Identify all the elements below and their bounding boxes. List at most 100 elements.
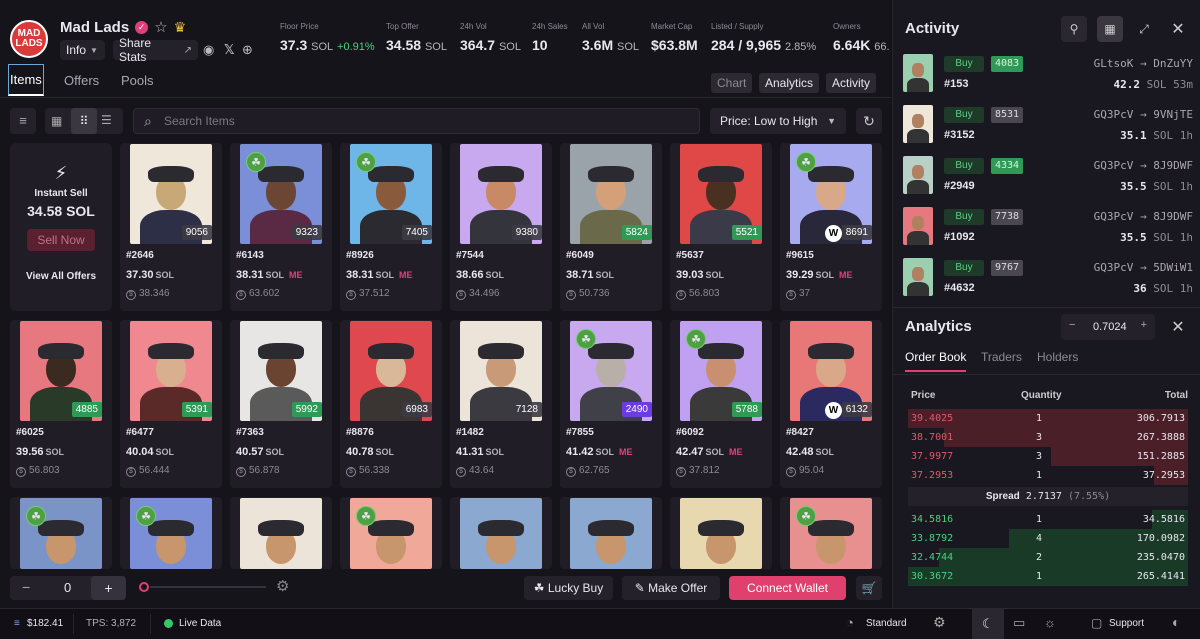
- nft-card[interactable]: ☘: [120, 497, 222, 569]
- nft-card[interactable]: 6983 #8876 40.78 SOL $56.338: [340, 320, 442, 488]
- to-address[interactable]: 9VNjTE: [1153, 108, 1193, 121]
- x-icon[interactable]: 𝕏: [224, 42, 234, 58]
- nft-name: #8876: [346, 427, 374, 438]
- order-book-row[interactable]: 38.7001 3 267.3888: [908, 428, 1188, 447]
- list-view-icon[interactable]: ☰: [101, 113, 112, 127]
- nft-card[interactable]: 5992 #7363 40.57 SOL $56.878: [230, 320, 332, 488]
- minus-icon[interactable]: −: [1069, 319, 1075, 331]
- nft-card[interactable]: 5824 #6049 38.71 SOL $50.736: [560, 143, 662, 311]
- from-address[interactable]: GQ3PcV: [1094, 210, 1134, 223]
- activity-row[interactable]: Buy 9767 GQ3PcV → 5DWiW1 #4632 36 SOL 1h: [903, 258, 1193, 302]
- plus-icon[interactable]: +: [1141, 319, 1147, 331]
- to-address[interactable]: 8J9DWF: [1153, 159, 1193, 172]
- nft-card[interactable]: 7128 #1482 41.31 SOL $43.64: [450, 320, 552, 488]
- sun-icon[interactable]: ☼: [1044, 615, 1056, 630]
- from-address[interactable]: GQ3PcV: [1094, 261, 1134, 274]
- discord-icon[interactable]: ◉: [203, 42, 214, 58]
- tab-activity[interactable]: Activity: [826, 73, 877, 93]
- tab-holders[interactable]: Holders: [1037, 350, 1078, 364]
- nft-card[interactable]: [560, 497, 662, 569]
- nft-card[interactable]: [670, 497, 772, 569]
- expand-icon[interactable]: ⤢: [1131, 16, 1157, 42]
- nft-card[interactable]: 6132 W #8427 42.48 SOL $95.04: [780, 320, 882, 488]
- slider-track[interactable]: [150, 586, 266, 588]
- nft-card[interactable]: ☘ 9323 #6143 38.31 SOL ME $63.602: [230, 143, 332, 311]
- order-book-row[interactable]: 33.8792 4 170.0982: [908, 529, 1188, 548]
- order-book-row[interactable]: 32.4744 2 235.0470: [908, 548, 1188, 567]
- star-icon[interactable]: ☆: [154, 18, 167, 36]
- tab-chart[interactable]: Chart: [711, 73, 753, 93]
- nft-card[interactable]: 9056 #2646 37.30 SOL $38.346: [120, 143, 222, 311]
- tab-items[interactable]: Items: [8, 64, 44, 96]
- settings-gear-icon[interactable]: ⚙: [276, 577, 289, 595]
- nft-card[interactable]: ☘: [10, 497, 112, 569]
- view-all-offers-link[interactable]: View All Offers: [10, 271, 112, 282]
- make-offer-button[interactable]: ✎ Make Offer: [622, 576, 720, 600]
- nft-card[interactable]: ☘ 8691 W #9615 39.29 SOL ME $37: [780, 143, 882, 311]
- minus-icon[interactable]: −: [22, 579, 30, 595]
- monitor-icon[interactable]: ▭: [1013, 615, 1025, 631]
- activity-row[interactable]: Buy 4083 GLtsoK → DnZuYY #153 42.2 SOL 53m: [903, 54, 1193, 98]
- nft-card[interactable]: 4885 #6025 39.56 SOL $56.803: [10, 320, 112, 488]
- settings-gear-icon[interactable]: ⚙: [933, 614, 946, 631]
- nft-card[interactable]: ☘ 2490 #7855 41.42 SOL ME $62.765: [560, 320, 662, 488]
- order-book-row[interactable]: 37.9977 3 151.2885: [908, 447, 1188, 466]
- filter-icon[interactable]: ≡: [10, 108, 36, 134]
- lucky-buy-button[interactable]: ☘ Lucky Buy: [524, 576, 613, 600]
- tab-analytics[interactable]: Analytics: [759, 73, 820, 93]
- to-address[interactable]: 8J9DWF: [1153, 210, 1193, 223]
- from-address[interactable]: GLtsoK: [1094, 57, 1134, 70]
- tab-order-book[interactable]: Order Book: [905, 350, 967, 372]
- search-input[interactable]: ⌕ Search Items: [133, 108, 700, 134]
- notes-icon[interactable]: ◐: [1172, 614, 1180, 630]
- refresh-icon[interactable]: ↻: [856, 108, 882, 134]
- grid-small-icon[interactable]: ⠿: [71, 108, 97, 134]
- slider-handle[interactable]: [139, 582, 149, 592]
- globe-icon[interactable]: ⊕: [242, 42, 253, 58]
- nft-card[interactable]: ☘ 5788 #6092 42.47 SOL ME $37.812: [670, 320, 772, 488]
- to-address[interactable]: 5DWiW1: [1153, 261, 1193, 274]
- activity-row[interactable]: Buy 8531 GQ3PcV → 9VNjTE #3152 35.1 SOL 1h: [903, 105, 1193, 149]
- activity-type-badge: Buy: [944, 209, 984, 225]
- sell-now-button[interactable]: Sell Now: [27, 229, 95, 251]
- tab-traders[interactable]: Traders: [981, 350, 1022, 364]
- close-icon[interactable]: ✕: [1165, 314, 1191, 340]
- nft-card[interactable]: ☘: [780, 497, 882, 569]
- price-step-value[interactable]: 0.7024: [1093, 321, 1127, 333]
- nft-card[interactable]: 9380 #7544 38.66 SOL $34.496: [450, 143, 552, 311]
- rank-badge: 6132: [841, 402, 872, 417]
- grid-large-icon[interactable]: ▦: [51, 114, 62, 128]
- sort-dropdown[interactable]: Price: Low to High ▼: [710, 108, 846, 134]
- last-sale: $56.803: [10, 458, 112, 477]
- filter-sliders-icon[interactable]: ⚲: [1061, 16, 1087, 42]
- nft-card[interactable]: ☘ 7405 #8926 38.31 SOL ME $37.512: [340, 143, 442, 311]
- dark-mode-button[interactable]: ☾: [972, 609, 1004, 639]
- tab-pools[interactable]: Pools: [121, 73, 154, 88]
- to-address[interactable]: DnZuYY: [1153, 57, 1193, 70]
- nft-card[interactable]: 5521 #5637 39.03 SOL $56.803: [670, 143, 772, 311]
- tab-offers[interactable]: Offers: [64, 73, 99, 88]
- order-book-row[interactable]: 37.2953 1 37.2953: [908, 466, 1188, 485]
- nft-card[interactable]: 5391 #6477 40.04 SOL $56.444: [120, 320, 222, 488]
- from-address[interactable]: GQ3PcV: [1094, 159, 1134, 172]
- order-book-row[interactable]: 34.5816 1 34.5816: [908, 510, 1188, 529]
- activity-row[interactable]: Buy 4334 GQ3PcV → 8J9DWF #2949 35.5 SOL 1h: [903, 156, 1193, 200]
- quantity-value[interactable]: 0: [64, 580, 71, 595]
- activity-row[interactable]: Buy 7738 GQ3PcV → 8J9DWF #1092 35.5 SOL 1h: [903, 207, 1193, 251]
- nft-card[interactable]: ☘: [340, 497, 442, 569]
- nft-card[interactable]: [450, 497, 552, 569]
- share-stats-button[interactable]: Share Stats ↗: [113, 36, 198, 64]
- order-book-row[interactable]: 30.3672 1 265.4141: [908, 567, 1188, 586]
- nft-image: [240, 498, 322, 569]
- grid-icon[interactable]: ▦: [1097, 16, 1123, 42]
- connect-wallet-button[interactable]: Connect Wallet: [729, 576, 846, 600]
- mode-label[interactable]: Standard: [866, 618, 907, 629]
- nft-card[interactable]: [230, 497, 332, 569]
- cart-icon[interactable]: 🛒: [856, 576, 882, 600]
- from-address[interactable]: GQ3PcV: [1094, 108, 1134, 121]
- plus-icon[interactable]: +: [91, 576, 126, 600]
- order-book-row[interactable]: 39.4025 1 306.7913: [908, 409, 1188, 428]
- support-link[interactable]: Support: [1109, 618, 1144, 629]
- close-icon[interactable]: ✕: [1165, 16, 1191, 42]
- info-dropdown[interactable]: Info ▼: [60, 40, 105, 60]
